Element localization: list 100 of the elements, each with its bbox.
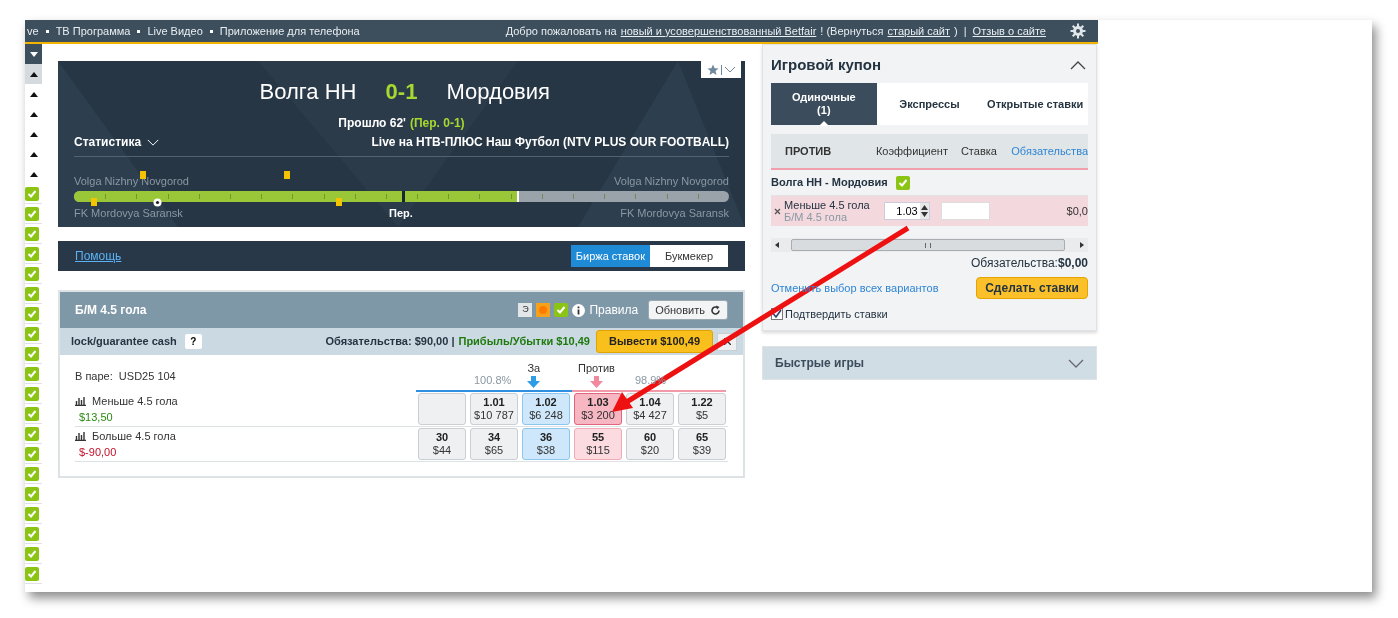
- matched-amount: В паре: USD25 104: [75, 368, 176, 384]
- team-label: Volga Nizhny Novgorod: [614, 174, 729, 189]
- event-name: Волга НН - Мордовия: [771, 175, 888, 191]
- row-checkbox[interactable]: [25, 286, 39, 301]
- star-icon: [706, 63, 719, 76]
- e-badge[interactable]: Э: [518, 303, 533, 317]
- row-checkbox[interactable]: [25, 426, 39, 441]
- quick-games-panel[interactable]: Быстрые игры: [762, 346, 1097, 380]
- horizontal-scrollbar[interactable]: [771, 238, 1088, 252]
- total-label: Обязательства:: [970, 255, 1058, 272]
- profit-text: Прибыль/Убытки $10,49: [458, 334, 590, 350]
- row-checkbox[interactable]: [25, 246, 39, 261]
- row-checkbox[interactable]: [25, 206, 39, 221]
- stake-field[interactable]: [940, 202, 990, 220]
- sort-up-icon[interactable]: [29, 151, 38, 157]
- new-site-link[interactable]: новый и усовершенствованный Betfair: [620, 22, 817, 40]
- team-label: FK Mordovya Saransk: [620, 205, 729, 221]
- team-label: FK Mordovya Saransk: [74, 205, 183, 221]
- settings-icon[interactable]: [1070, 23, 1086, 39]
- nav-link[interactable]: ve: [27, 22, 39, 40]
- refresh-button[interactable]: Обновить: [648, 300, 728, 320]
- collapse-icon[interactable]: [1070, 60, 1086, 70]
- place-bets-button[interactable]: Сделать ставки: [976, 277, 1088, 299]
- sort-up-icon[interactable]: [29, 171, 38, 177]
- scroll-left-icon[interactable]: [775, 242, 779, 248]
- column-header: Ставка: [960, 143, 998, 159]
- row-checkbox[interactable]: [25, 326, 39, 341]
- bar-chart-icon[interactable]: [75, 430, 86, 441]
- odds-cell[interactable]: 60 $20: [626, 428, 674, 460]
- column-header: Коэффициент: [875, 143, 949, 159]
- bet-slip-title: Игровой купон: [771, 54, 882, 75]
- favorite-button[interactable]: [701, 61, 741, 78]
- lay-label: Против: [578, 360, 615, 376]
- nav-link[interactable]: ТВ Программа: [55, 22, 131, 40]
- odds-cell[interactable]: 1.22 $5: [678, 393, 726, 425]
- back-percent: 100.8%: [474, 372, 512, 388]
- row-checkbox[interactable]: [25, 226, 39, 241]
- sort-up-icon[interactable]: [29, 91, 38, 97]
- statistics-toggle[interactable]: Статистика: [74, 133, 142, 151]
- odds-cell[interactable]: 34 $65: [470, 428, 518, 460]
- mode-tab[interactable]: Букмекер: [650, 245, 728, 267]
- row-checkbox[interactable]: [25, 346, 39, 361]
- row-checkbox[interactable]: [25, 506, 39, 521]
- odds-cell[interactable]: 30 $44: [418, 428, 466, 460]
- help-button[interactable]: ?: [184, 334, 202, 349]
- market-title: Б/М 4.5 гола: [75, 302, 147, 319]
- half-time-score: (Пер. 0-1): [410, 115, 465, 132]
- check-icon[interactable]: [554, 303, 569, 317]
- odds-cell[interactable]: 1.03 $3 200: [574, 393, 622, 425]
- row-checkbox[interactable]: [25, 466, 39, 481]
- row-checkbox[interactable]: [25, 366, 39, 381]
- dropdown-button[interactable]: [25, 44, 42, 64]
- mode-tab[interactable]: Биржа ставок: [570, 245, 650, 267]
- help-link[interactable]: Помощь: [75, 247, 122, 265]
- row-checkbox[interactable]: [25, 186, 39, 201]
- in-play-icon[interactable]: [536, 303, 551, 317]
- elapsed-time: Прошло 62': [338, 115, 406, 132]
- odds-cell[interactable]: 1.02 $6 248: [522, 393, 570, 425]
- sort-up-icon[interactable]: [29, 111, 38, 117]
- odds-cell[interactable]: 1.04 $4 427: [626, 393, 674, 425]
- bet-slip-tab[interactable]: Открытые ставки: [982, 83, 1088, 125]
- total-liability: $0,00: [1057, 255, 1088, 272]
- broadcast-info: Live на НТВ-ПЛЮС Наш Футбол (NTV PLUS OUR FOOTBALL): [371, 134, 729, 151]
- home-team: Волга НН: [258, 78, 357, 106]
- old-site-link[interactable]: старый сайт: [887, 22, 951, 40]
- odds-cell[interactable]: 55 $115: [574, 428, 622, 460]
- odds-cell[interactable]: 1.01 $10 787: [470, 393, 518, 425]
- bet-slip-tab[interactable]: Экспрессы: [876, 83, 983, 125]
- nav-link[interactable]: Приложение для телефона: [219, 22, 360, 40]
- row-checkbox[interactable]: [25, 266, 39, 281]
- arrow-down-icon: [589, 376, 603, 388]
- runner-pnl: $13,50: [79, 410, 114, 425]
- market-name: Б/М 4.5 гола: [784, 211, 849, 223]
- row-checkbox[interactable]: [25, 446, 39, 461]
- bar-chart-icon[interactable]: [75, 395, 86, 406]
- sort-up-icon[interactable]: [29, 131, 38, 137]
- feedback-link[interactable]: Отзыв о сайте: [972, 22, 1046, 40]
- odds-cell[interactable]: [418, 393, 466, 425]
- odds-cell[interactable]: 36 $38: [522, 428, 570, 460]
- event-checkbox[interactable]: [895, 175, 910, 190]
- row-checkbox[interactable]: [25, 566, 39, 581]
- chevron-down-icon[interactable]: [1068, 358, 1084, 368]
- spinner-icon[interactable]: [919, 203, 929, 219]
- row-checkbox[interactable]: [25, 386, 39, 401]
- cashout-button[interactable]: Вывести $100,49: [596, 330, 713, 353]
- odds-field[interactable]: 1.03: [883, 202, 930, 220]
- remove-icon[interactable]: [774, 207, 781, 215]
- scroll-right-icon[interactable]: [1080, 242, 1084, 248]
- column-header: Обязательства: [1011, 143, 1088, 159]
- sort-up-icon[interactable]: [29, 71, 38, 77]
- row-checkbox[interactable]: [25, 546, 39, 561]
- row-checkbox[interactable]: [25, 406, 39, 421]
- odds-cell[interactable]: 65 $39: [678, 428, 726, 460]
- row-checkbox[interactable]: [25, 306, 39, 321]
- nav-link[interactable]: Live Видео: [147, 22, 203, 40]
- info-icon[interactable]: [572, 303, 586, 317]
- cashout-label: lock/guarantee cash: [71, 334, 177, 350]
- row-checkbox[interactable]: [25, 486, 39, 501]
- row-checkbox[interactable]: [25, 526, 39, 541]
- bet-slip-tab[interactable]: Одиночные (1): [771, 83, 877, 125]
